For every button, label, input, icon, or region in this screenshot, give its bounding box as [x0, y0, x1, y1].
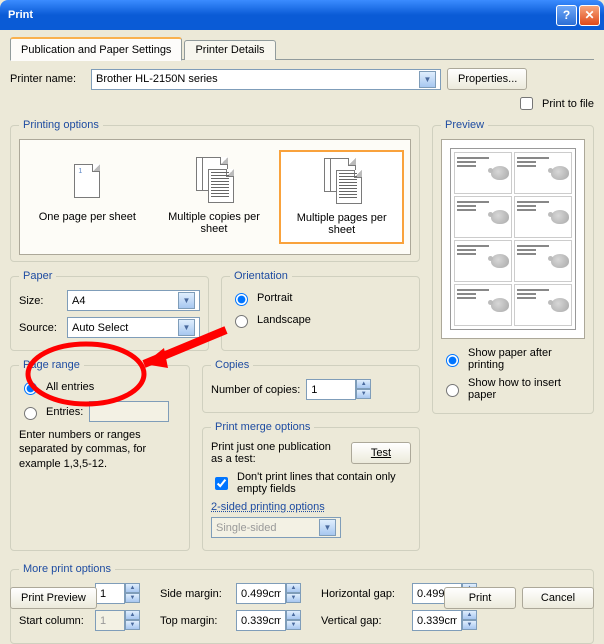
show-how-radio[interactable] — [446, 384, 459, 397]
preview-card — [514, 240, 572, 282]
landscape-radio[interactable] — [235, 315, 248, 328]
preview-card — [514, 284, 572, 326]
printer-name-select[interactable]: Brother HL-2150N series ▼ — [91, 69, 441, 90]
entries-radio[interactable] — [24, 407, 37, 420]
window-title: Print — [8, 9, 554, 21]
chevron-down-icon: ▼ — [178, 292, 195, 309]
pig-icon — [491, 298, 509, 312]
copies-spinner[interactable]: ▲▼ — [306, 379, 371, 400]
pig-icon — [551, 166, 569, 180]
option-multiple-copies[interactable]: Multiple copies per sheet — [153, 150, 276, 244]
two-sided-select: Single-sided▼ — [211, 517, 341, 538]
preview-group: Preview Show paper after printing Show h — [432, 119, 594, 414]
preview-card — [514, 152, 572, 194]
printer-name-label: Printer name: — [10, 73, 85, 85]
start-col-spinner[interactable]: ▲▼ — [95, 610, 140, 631]
entries-input[interactable] — [89, 401, 169, 422]
print-to-file-checkbox[interactable] — [520, 97, 533, 110]
close-button[interactable]: ✕ — [579, 5, 600, 26]
chevron-down-icon: ▼ — [419, 71, 436, 88]
print-to-file-label: Print to file — [542, 98, 594, 110]
title-bar: Print ? ✕ — [0, 0, 604, 30]
pig-icon — [551, 298, 569, 312]
tab-strip: Publication and Paper Settings Printer D… — [10, 36, 594, 60]
tab-publication-settings[interactable]: Publication and Paper Settings — [10, 37, 182, 61]
pig-icon — [551, 210, 569, 224]
option-one-page[interactable]: 1 One page per sheet — [26, 150, 149, 244]
orientation-group: Orientation Portrait Landscape — [221, 270, 420, 351]
copies-group: Copies Number of copies: ▲▼ — [202, 359, 420, 413]
test-button[interactable]: Test — [351, 442, 411, 464]
chevron-down-icon: ▼ — [319, 519, 336, 536]
printing-options-group: Printing options 1 One page per sheet Mu… — [10, 119, 420, 262]
cancel-button[interactable]: Cancel — [522, 587, 594, 609]
help-button[interactable]: ? — [556, 5, 577, 26]
preview-card — [514, 196, 572, 238]
print-preview-button[interactable]: Print Preview — [10, 587, 97, 609]
show-paper-radio[interactable] — [446, 354, 459, 367]
paper-group: Paper Size: A4▼ Source: Auto Select▼ — [10, 270, 209, 351]
printing-options-legend: Printing options — [19, 119, 103, 131]
top-margin-spinner[interactable]: ▲▼ — [236, 610, 301, 631]
print-merge-group: Print merge options Print just one publi… — [202, 421, 420, 551]
preview-card — [454, 196, 512, 238]
option-multiple-pages[interactable]: Multiple pages per sheet — [279, 150, 404, 244]
page-range-group: Page range All entries Entries: Enter nu… — [10, 359, 190, 551]
pig-icon — [551, 254, 569, 268]
preview-card — [454, 240, 512, 282]
paper-size-select[interactable]: A4▼ — [67, 290, 200, 311]
two-sided-link[interactable]: 2-sided printing options — [211, 501, 325, 513]
dont-print-empty-checkbox[interactable] — [215, 477, 228, 490]
paper-source-select[interactable]: Auto Select▼ — [67, 317, 200, 338]
portrait-radio[interactable] — [235, 293, 248, 306]
spin-up-icon[interactable]: ▲ — [356, 379, 371, 389]
page-range-hint: Enter numbers or ranges separated by com… — [19, 428, 181, 471]
all-entries-radio[interactable] — [24, 382, 37, 395]
spin-down-icon[interactable]: ▼ — [356, 389, 371, 399]
preview-pane — [441, 139, 585, 339]
tab-printer-details[interactable]: Printer Details — [184, 40, 275, 60]
pig-icon — [491, 210, 509, 224]
print-button[interactable]: Print — [444, 587, 516, 609]
preview-card — [454, 152, 512, 194]
pig-icon — [491, 166, 509, 180]
chevron-down-icon: ▼ — [178, 319, 195, 336]
properties-button[interactable]: Properties... — [447, 68, 527, 90]
pig-icon — [491, 254, 509, 268]
preview-card — [454, 284, 512, 326]
v-gap-spinner[interactable]: ▲▼ — [412, 610, 477, 631]
